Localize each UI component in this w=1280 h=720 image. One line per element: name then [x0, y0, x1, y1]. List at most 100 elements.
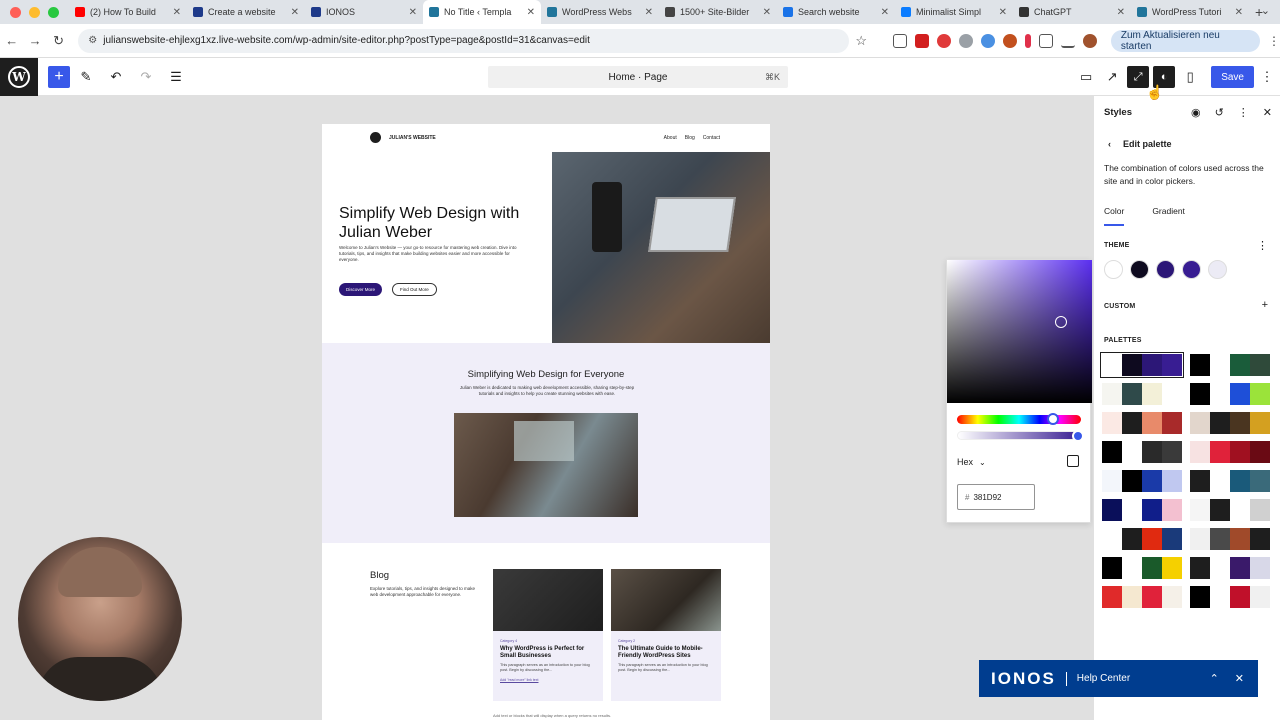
- close-icon[interactable]: ✕: [1235, 672, 1244, 685]
- palette-preset[interactable]: [1190, 412, 1270, 434]
- query-no-results-note[interactable]: Add text or blocks that will display whe…: [493, 713, 611, 718]
- tab-search-icon[interactable]: ⌄: [1261, 4, 1270, 17]
- style-book-icon[interactable]: ◉: [1191, 106, 1201, 119]
- about-image[interactable]: [454, 413, 638, 517]
- url-field[interactable]: ⚙ julianswebsite-ehjlexg1xz.live-website…: [78, 28, 850, 53]
- vivaldi-extension-icon[interactable]: [914, 33, 929, 48]
- browser-tab[interactable]: No Title ‹ Templa ✕: [423, 0, 541, 24]
- discover-more-button[interactable]: Discover More: [339, 283, 383, 296]
- post-title[interactable]: The Ultimate Guide to Mobile-Friendly Wo…: [611, 643, 721, 660]
- browser-tab[interactable]: ChatGPT ✕: [1013, 0, 1131, 24]
- back-icon[interactable]: ←: [0, 33, 23, 48]
- maximize-window-icon[interactable]: [48, 6, 59, 18]
- site-logo-icon[interactable]: [370, 132, 381, 143]
- copy-icon[interactable]: [1067, 455, 1079, 467]
- tab-color[interactable]: Color: [1104, 206, 1125, 226]
- more-options-icon[interactable]: ⋮: [1238, 106, 1249, 119]
- hero-heading[interactable]: Simplify Web Design with Julian Weber: [339, 204, 539, 242]
- palette-preset[interactable]: [1100, 352, 1184, 378]
- minimize-window-icon[interactable]: [29, 6, 40, 18]
- color-format-select[interactable]: Hex ⌄: [957, 457, 986, 467]
- palette-preset[interactable]: [1102, 528, 1182, 550]
- redo-icon[interactable]: ↷: [132, 69, 160, 85]
- site-info-icon[interactable]: ⚙: [88, 35, 97, 46]
- palette-preset[interactable]: [1190, 528, 1270, 550]
- palette-preset[interactable]: [1190, 441, 1270, 463]
- blog-post-card[interactable]: Category 4 Why WordPress is Perfect for …: [493, 569, 603, 701]
- chevron-left-icon[interactable]: ‹: [1108, 139, 1111, 149]
- browser-tab[interactable]: WordPress Webs ✕: [541, 0, 659, 24]
- saturation-value-area[interactable]: [947, 260, 1092, 403]
- block-inserter-button[interactable]: +: [48, 65, 70, 88]
- browser-tab[interactable]: IONOS ✕: [305, 0, 423, 24]
- hue-slider[interactable]: [957, 413, 1081, 425]
- screenshot-extension-icon[interactable]: [892, 33, 907, 48]
- tab-gradient[interactable]: Gradient: [1152, 206, 1185, 226]
- blog-post-card[interactable]: Category 2 The Ultimate Guide to Mobile-…: [611, 569, 721, 701]
- puzzle-extensions-icon[interactable]: [1038, 33, 1053, 48]
- chrome-extension-icon[interactable]: [980, 33, 995, 48]
- forward-icon[interactable]: →: [23, 33, 46, 48]
- browser-tab[interactable]: Create a website ✕: [187, 0, 305, 24]
- edit-tools-icon[interactable]: ✎: [72, 69, 100, 85]
- command-palette-bar[interactable]: Home · Page ⌘K: [488, 66, 788, 88]
- wordpress-logo-icon[interactable]: W: [0, 57, 38, 96]
- close-tab-icon[interactable]: ✕: [527, 7, 535, 18]
- theme-color-swatch[interactable]: [1182, 260, 1201, 279]
- undo-icon[interactable]: ↶: [102, 69, 130, 85]
- palette-preset[interactable]: [1102, 499, 1182, 521]
- palette-preset[interactable]: [1102, 557, 1182, 579]
- close-sidebar-icon[interactable]: ✕: [1263, 106, 1272, 119]
- browser-menu-icon[interactable]: ⋮: [1268, 34, 1280, 48]
- settings-sidebar-icon[interactable]: ▯: [1177, 69, 1203, 85]
- add-color-icon[interactable]: +: [1262, 299, 1268, 311]
- about-section[interactable]: Simplifying Web Design for Everyone Juli…: [322, 343, 770, 543]
- revisions-icon[interactable]: ↺: [1215, 106, 1224, 119]
- reload-icon[interactable]: ↻: [47, 33, 70, 49]
- close-tab-icon[interactable]: ✕: [999, 7, 1007, 18]
- bookmark-star-icon[interactable]: ☆: [849, 33, 872, 49]
- close-tab-icon[interactable]: ✕: [1235, 7, 1243, 18]
- palette-preset[interactable]: [1190, 586, 1270, 608]
- saturation-handle[interactable]: [1055, 316, 1067, 328]
- close-tab-icon[interactable]: ✕: [881, 7, 889, 18]
- palette-preset[interactable]: [1190, 557, 1270, 579]
- palette-preset[interactable]: [1102, 470, 1182, 492]
- nav-item-blog[interactable]: Blog: [685, 135, 695, 141]
- post-title[interactable]: Why WordPress is Perfect for Small Busin…: [493, 643, 603, 660]
- browser-tab[interactable]: WordPress Tutori ✕: [1131, 0, 1249, 24]
- chevron-up-icon[interactable]: ⌃: [1210, 672, 1219, 685]
- close-tab-icon[interactable]: ✕: [645, 7, 653, 18]
- find-out-more-button[interactable]: Find Out More: [392, 283, 437, 296]
- close-tab-icon[interactable]: ✕: [409, 7, 417, 18]
- profile-avatar-icon[interactable]: [1082, 33, 1097, 48]
- close-tab-icon[interactable]: ✕: [173, 7, 181, 18]
- post-category[interactable]: Category 2: [611, 631, 721, 643]
- browser-tab[interactable]: Minimalist Simpl ✕: [895, 0, 1013, 24]
- document-overview-icon[interactable]: ☰: [162, 69, 190, 85]
- site-title[interactable]: JULIAN'S WEBSITE: [389, 135, 436, 141]
- blog-paragraph[interactable]: Explore tutorials, tips, and insights de…: [370, 586, 480, 598]
- palette-preset[interactable]: [1190, 499, 1270, 521]
- theme-color-swatch[interactable]: [1208, 260, 1227, 279]
- palette-preset[interactable]: [1102, 383, 1182, 405]
- palette-preset[interactable]: [1190, 470, 1270, 492]
- hue-handle[interactable]: [1047, 413, 1059, 425]
- theme-color-swatch[interactable]: [1104, 260, 1123, 279]
- theme-options-icon[interactable]: ⋮: [1257, 239, 1268, 252]
- post-category[interactable]: Category 4: [493, 631, 603, 643]
- device-preview-icon[interactable]: ▭: [1073, 69, 1099, 85]
- hex-input[interactable]: # 381D92: [957, 484, 1035, 510]
- theme-color-swatch[interactable]: [1130, 260, 1149, 279]
- palette-preset[interactable]: [1190, 354, 1270, 376]
- browser-tab[interactable]: (2) How To Build ✕: [69, 0, 187, 24]
- page-preview[interactable]: JULIAN'S WEBSITE About Blog Contact Simp…: [322, 124, 770, 720]
- theme-color-swatch[interactable]: [1156, 260, 1175, 279]
- nav-item-contact[interactable]: Contact: [703, 135, 720, 141]
- adblock-extension-icon[interactable]: [936, 33, 951, 48]
- alpha-slider[interactable]: [957, 430, 1084, 442]
- color-picker-popover[interactable]: Hex ⌄ # 381D92: [946, 259, 1092, 523]
- read-more-link[interactable]: Add "read more" link text: [493, 673, 603, 682]
- hero-paragraph[interactable]: Welcome to Julian's Website — your go-to…: [339, 245, 524, 263]
- help-center-widget[interactable]: IONOS Help Center ⌃ ✕: [979, 660, 1258, 697]
